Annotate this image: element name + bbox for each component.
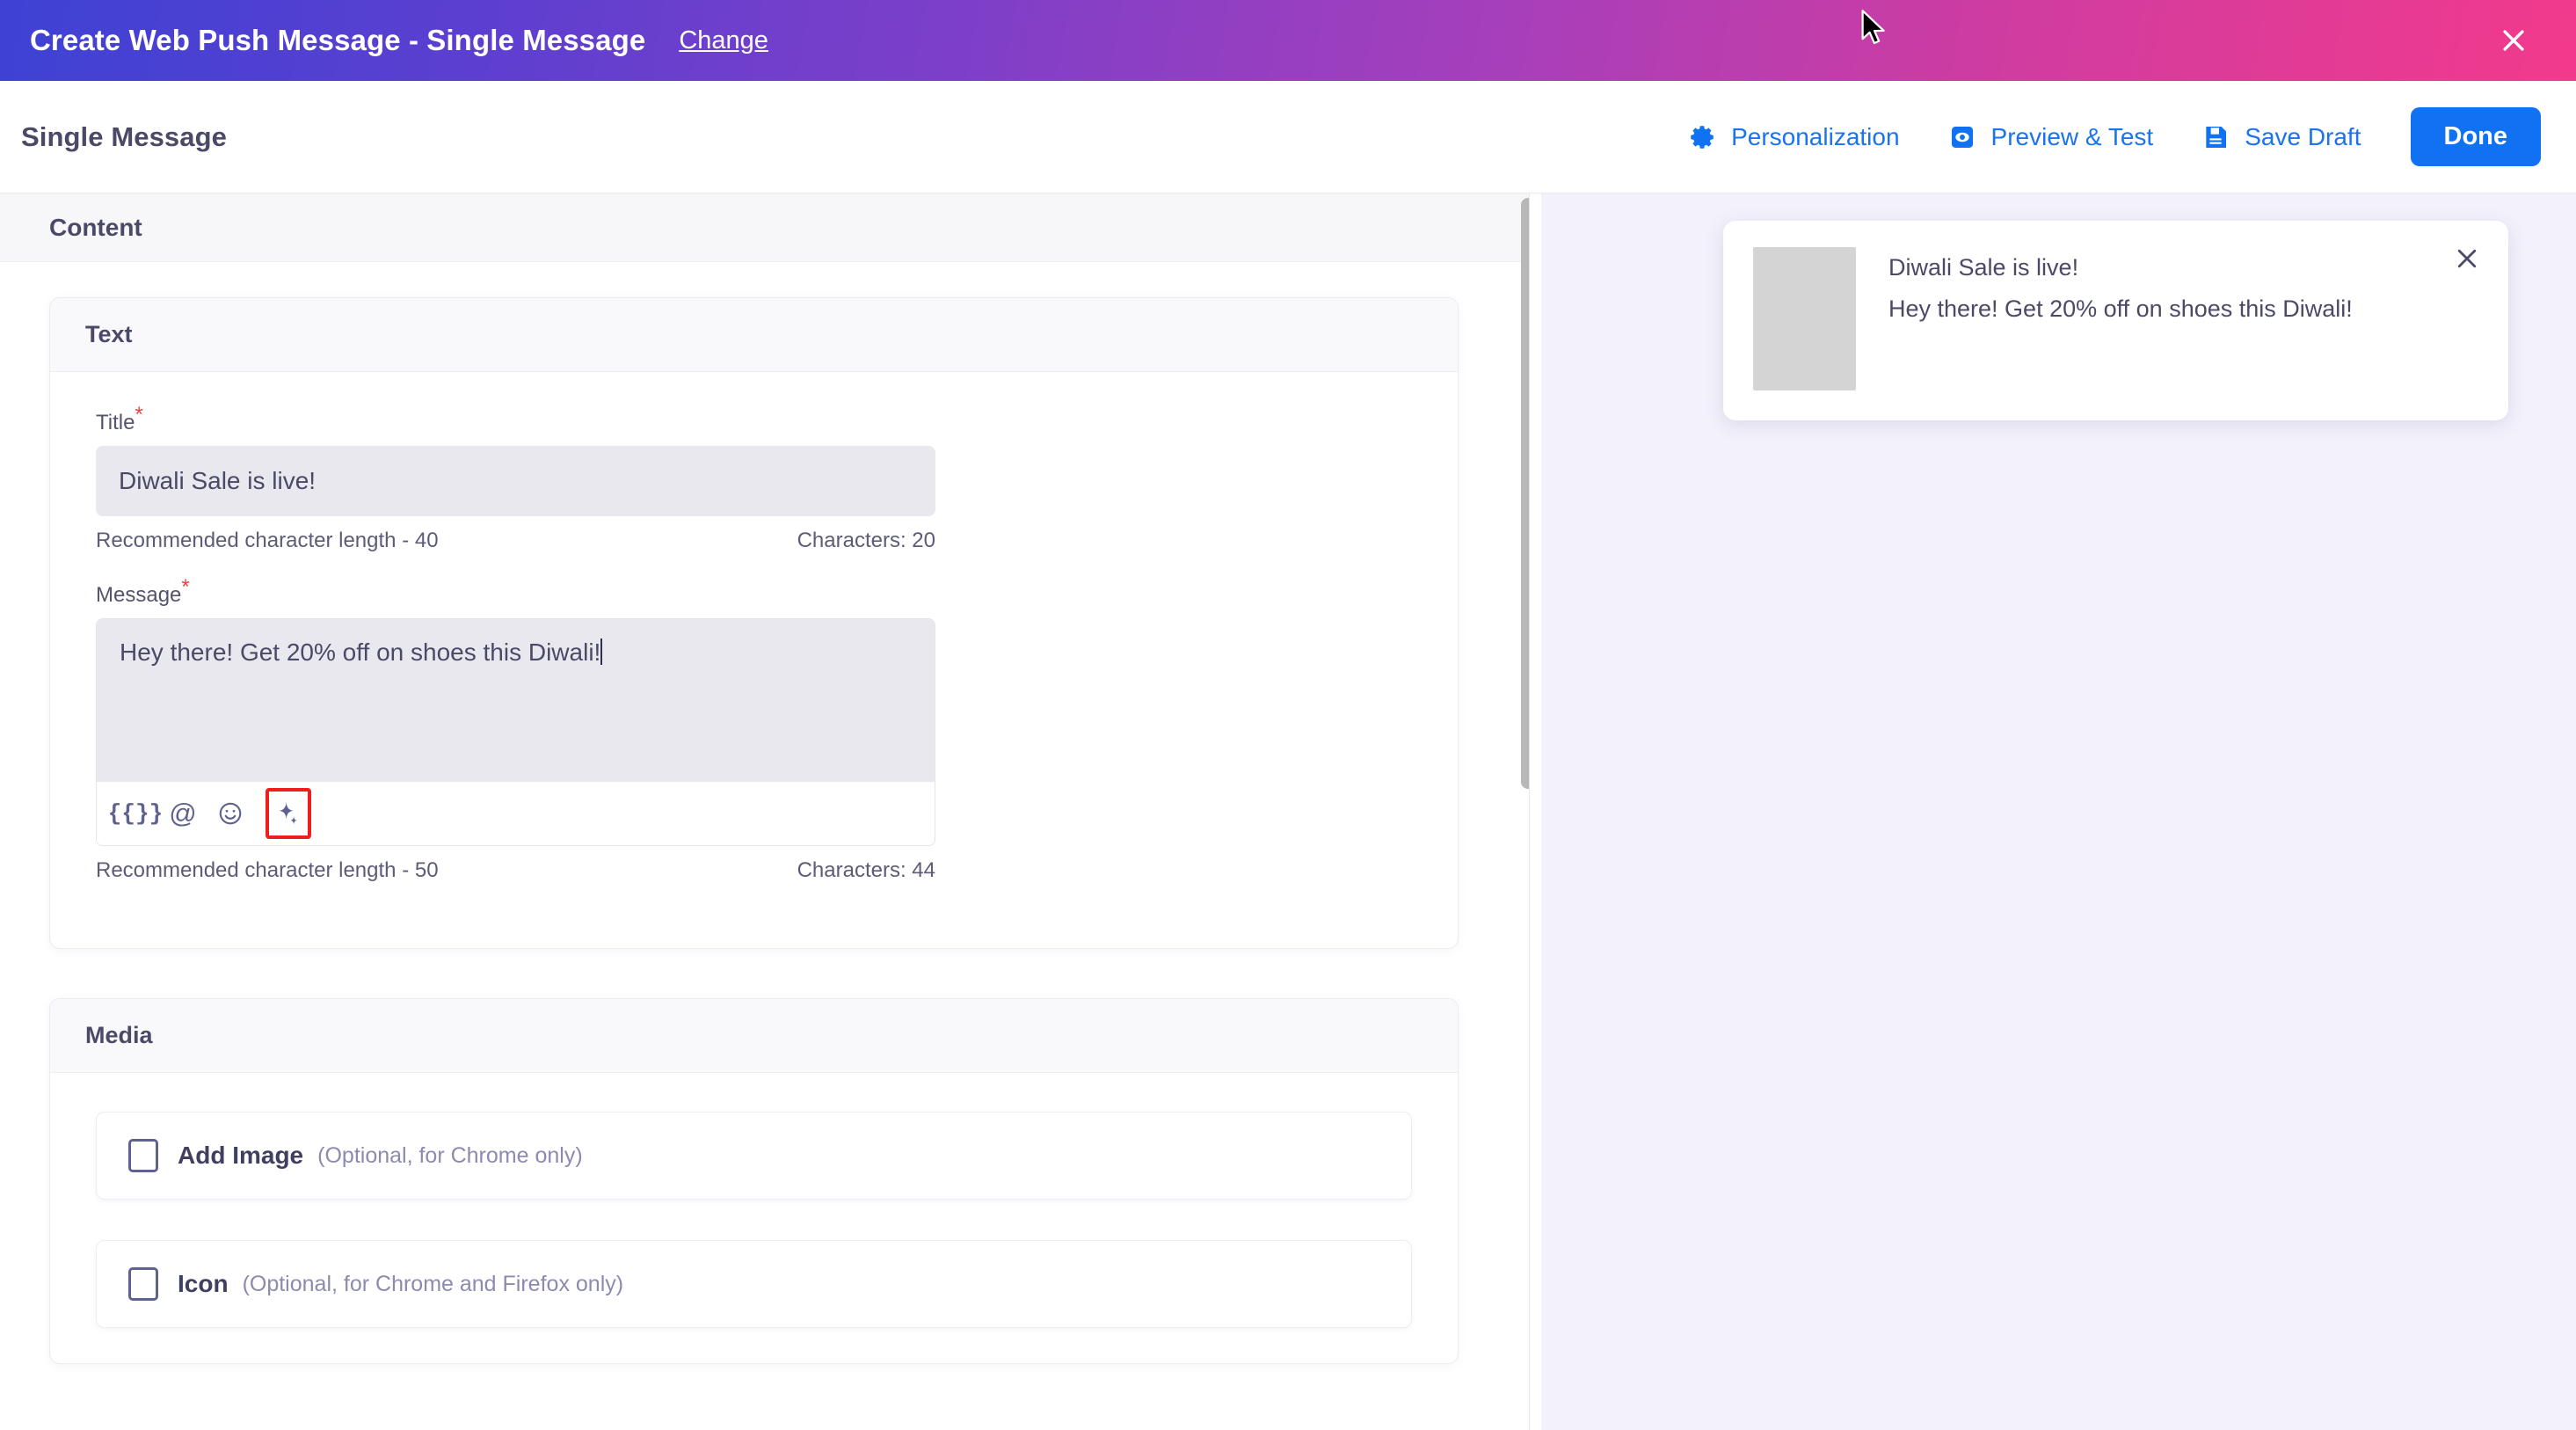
save-draft-button[interactable]: Save Draft <box>2176 120 2383 154</box>
close-icon <box>2503 30 2524 51</box>
close-window-button[interactable] <box>2490 17 2537 64</box>
add-image-hint: (Optional, for Chrome only) <box>317 1142 583 1168</box>
content-panel: Content Text Title* Diwali Sale is live! <box>0 193 1530 1430</box>
notification-preview-inner: Diwali Sale is live! Hey there! Get 20% … <box>1753 247 2478 390</box>
personalization-label: Personalization <box>1731 122 1900 150</box>
media-card-header: Media <box>50 999 1458 1073</box>
message-character-counter: Characters: 44 <box>797 858 935 882</box>
mention-at-icon[interactable]: @ <box>162 792 204 835</box>
text-card-header: Text <box>50 298 1458 372</box>
change-message-type-link[interactable]: Change <box>679 26 768 55</box>
message-textarea[interactable]: Hey there! Get 20% off on shoes this Diw… <box>97 619 935 782</box>
content-scroll-area[interactable]: Text Title* Diwali Sale is live! Recomme… <box>0 262 1529 1364</box>
editor-toolbar-actions: Personalization Preview & Test Save Draf… <box>1663 107 2541 166</box>
media-card: Media Add Image (Optional, for Chrome on… <box>49 998 1459 1364</box>
title-helper-text: Recommended character length - 40 <box>96 529 439 552</box>
title-field-group: Title* Diwali Sale is live! Recommended … <box>96 405 1412 553</box>
notification-preview-title: Diwali Sale is live! <box>1888 254 2079 281</box>
save-draft-label: Save Draft <box>2245 122 2361 150</box>
preview-panel: Diwali Sale is live! Hey there! Get 20% … <box>1541 193 2576 1430</box>
message-field-group: Message* Hey there! Get 20% off on shoes… <box>96 577 1412 883</box>
image-placeholder <box>1753 247 1856 390</box>
title-input[interactable]: Diwali Sale is live! <box>96 446 935 516</box>
media-card-body: Add Image (Optional, for Chrome only) Ic… <box>50 1073 1458 1363</box>
editor-body: Content Text Title* Diwali Sale is live! <box>0 193 2576 1430</box>
title-helper-row: Recommended character length - 40 Charac… <box>96 529 935 553</box>
emoji-smiley-icon[interactable] <box>209 792 251 835</box>
message-editor: Hey there! Get 20% off on shoes this Diw… <box>96 618 935 846</box>
text-caret <box>600 638 603 665</box>
title-field-label: Title* <box>96 405 143 435</box>
message-label-text: Message <box>96 583 182 607</box>
add-image-label: Add Image <box>178 1142 304 1169</box>
floppy-disk-icon <box>2199 120 2232 154</box>
message-field-label: Message* <box>96 577 190 608</box>
content-scrollbar-thumb[interactable] <box>1521 198 1529 789</box>
window-title: Create Web Push Message - Single Message <box>30 24 646 56</box>
close-icon <box>2457 249 2477 268</box>
done-button[interactable]: Done <box>2410 107 2541 166</box>
preview-and-test-label: Preview & Test <box>1990 122 2154 150</box>
preview-and-test-button[interactable]: Preview & Test <box>1923 120 2177 154</box>
ai-sparkle-icon <box>279 801 297 825</box>
title-character-counter: Characters: 20 <box>797 529 935 552</box>
text-card: Text Title* Diwali Sale is live! Recomme… <box>49 297 1459 949</box>
message-helper-text: Recommended character length - 50 <box>96 858 439 882</box>
liquid-tag-icon[interactable]: {{}} <box>108 792 163 835</box>
message-helper-row: Recommended character length - 50 Charac… <box>96 858 935 883</box>
web-push-message-editor: Create Web Push Message - Single Message… <box>0 0 2576 1430</box>
add-image-row[interactable]: Add Image (Optional, for Chrome only) <box>96 1112 1412 1200</box>
add-image-checkbox[interactable] <box>128 1139 158 1172</box>
gear-icon <box>1685 120 1719 154</box>
notification-preview-close-button[interactable] <box>2449 240 2485 277</box>
title-label-text: Title <box>96 411 135 434</box>
text-card-title: Text <box>85 321 133 347</box>
message-textarea-value: Hey there! Get 20% off on shoes this Diw… <box>120 638 601 666</box>
message-editor-toolbar: {{}} @ <box>97 782 935 845</box>
icon-row[interactable]: Icon (Optional, for Chrome and Firefox o… <box>96 1240 1412 1328</box>
ai-sparkle-button[interactable] <box>266 788 311 839</box>
media-card-title: Media <box>85 1022 153 1048</box>
window-titlebar: Create Web Push Message - Single Message… <box>0 0 2576 81</box>
content-scrollbar[interactable] <box>1518 193 1529 1430</box>
icon-hint: (Optional, for Chrome and Firefox only) <box>242 1271 624 1296</box>
personalization-button[interactable]: Personalization <box>1663 120 1922 154</box>
title-required-marker: * <box>135 403 143 427</box>
content-section-label: Content <box>49 213 142 241</box>
icon-checkbox[interactable] <box>128 1267 158 1301</box>
preview-eye-icon <box>1946 120 1979 154</box>
editor-subheader: Single Message Personalization Preview &… <box>0 81 2576 193</box>
notification-preview-message: Hey there! Get 20% off on shoes this Diw… <box>1888 295 2353 322</box>
text-card-body: Title* Diwali Sale is live! Recommended … <box>50 372 1458 948</box>
icon-label: Icon <box>178 1270 229 1297</box>
content-section-header: Content <box>0 193 1529 262</box>
notification-preview-card: Diwali Sale is live! Hey there! Get 20% … <box>1723 221 2508 420</box>
notification-preview-text: Diwali Sale is live! Hey there! Get 20% … <box>1888 247 2353 390</box>
page-title: Single Message <box>21 120 227 152</box>
message-required-marker: * <box>181 575 190 599</box>
